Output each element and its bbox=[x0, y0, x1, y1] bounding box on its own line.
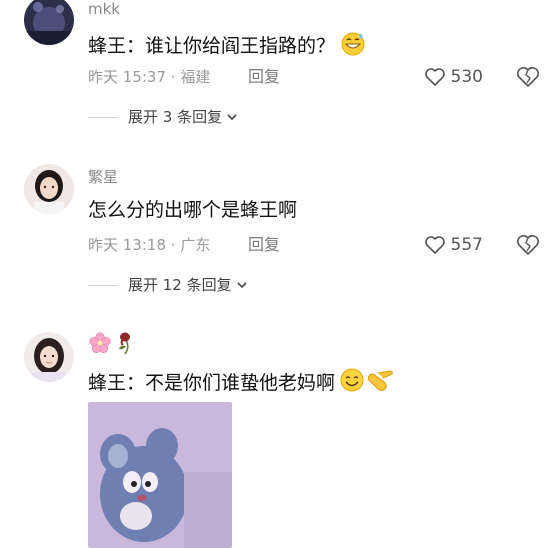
expand-replies-label: 展开 12 条回复 bbox=[128, 276, 232, 294]
avatar[interactable] bbox=[24, 332, 74, 382]
smiling-face-emoji bbox=[339, 367, 365, 400]
broken-heart-icon bbox=[517, 67, 539, 87]
location-separator: · bbox=[170, 68, 181, 86]
avatar[interactable] bbox=[24, 164, 74, 214]
expand-replies[interactable]: 展开 12 条回复 bbox=[88, 275, 248, 295]
username[interactable]: 繁星 bbox=[88, 168, 118, 186]
tom-cat-sticker[interactable] bbox=[88, 402, 232, 548]
cherry-blossom-emoji bbox=[88, 331, 112, 359]
like-count: 557 bbox=[450, 235, 483, 255]
reply-button[interactable]: 回复 bbox=[248, 235, 280, 255]
username[interactable] bbox=[88, 331, 136, 359]
grinning-sweat-emoji bbox=[339, 30, 367, 63]
broken-heart-icon bbox=[517, 235, 539, 255]
divider-line bbox=[88, 284, 118, 286]
dislike-button[interactable] bbox=[515, 66, 541, 88]
comment-text: 蜂王：谁让你给阎王指路的？ bbox=[88, 30, 367, 63]
avatar[interactable] bbox=[24, 0, 74, 45]
divider-line bbox=[88, 116, 118, 118]
expand-replies-label: 展开 3 条回复 bbox=[128, 108, 223, 126]
location: 福建 bbox=[180, 68, 211, 86]
comment-text-content: 蜂王：不是你们谁蛰他老妈啊 bbox=[88, 372, 336, 394]
like-button[interactable]: 557 bbox=[424, 235, 483, 255]
location-separator: · bbox=[170, 236, 181, 254]
dislike-button[interactable] bbox=[515, 234, 541, 256]
expand-replies[interactable]: 展开 3 条回复 bbox=[88, 107, 238, 127]
chevron-down-icon bbox=[226, 107, 238, 127]
like-count: 530 bbox=[450, 67, 483, 87]
heart-icon bbox=[424, 68, 445, 86]
timestamp: 昨天 15:37 bbox=[88, 68, 166, 86]
comment-text-content: 蜂王：谁让你给阎王指路的？ bbox=[88, 35, 336, 57]
location: 广东 bbox=[180, 236, 211, 254]
reply-button[interactable]: 回复 bbox=[248, 67, 280, 87]
heart-icon bbox=[424, 236, 445, 254]
wilted-rose-emoji bbox=[116, 331, 136, 359]
comment-meta: 昨天 15:37 · 福建 bbox=[88, 67, 210, 87]
timestamp: 昨天 13:18 bbox=[88, 236, 166, 254]
comment-text: 蜂王：不是你们谁蛰他老妈啊 bbox=[88, 367, 396, 400]
username[interactable]: mkk bbox=[88, 0, 120, 18]
comment-text: 怎么分的出哪个是蜂王啊 bbox=[88, 199, 298, 221]
pointing-hand-emoji bbox=[366, 367, 396, 400]
like-button[interactable]: 530 bbox=[424, 67, 483, 87]
comment-meta: 昨天 13:18 · 广东 bbox=[88, 235, 210, 255]
chevron-down-icon bbox=[236, 275, 248, 295]
